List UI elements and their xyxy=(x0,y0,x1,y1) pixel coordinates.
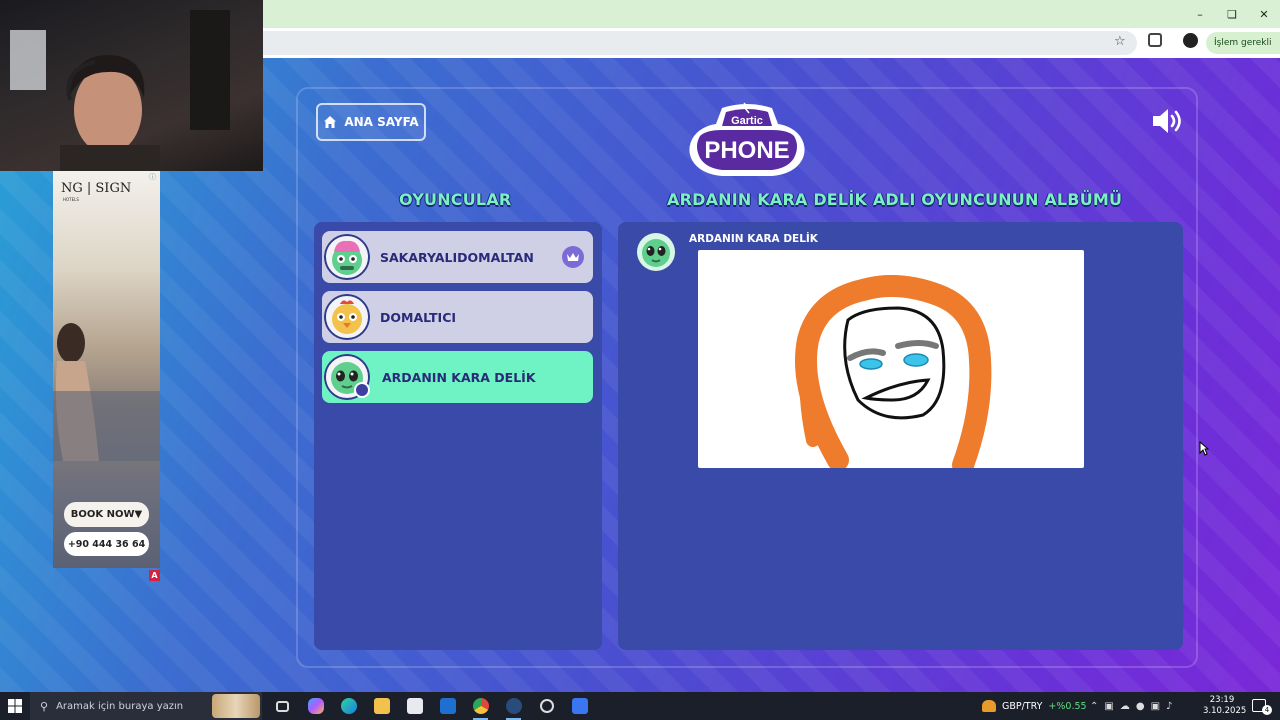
phone-button[interactable]: +90 444 36 64 xyxy=(64,532,149,556)
chrome-icon[interactable] xyxy=(464,692,497,720)
steam-icon[interactable] xyxy=(497,692,530,720)
signal-app-icon[interactable] xyxy=(563,692,596,720)
face-with-orange-hair-drawing xyxy=(795,275,992,468)
action-required-label: İşlem gerekli xyxy=(1214,38,1272,48)
taskbar: ⚲ Aramak için buraya yazın GBP/TRY +%0.5… xyxy=(0,692,1280,720)
ticker-change: +%0.55 xyxy=(1048,700,1087,712)
outlook-icon[interactable] xyxy=(431,692,464,720)
clock-date: 3.10.2025 xyxy=(1203,706,1247,716)
mouse-cursor-icon xyxy=(1199,441,1209,456)
player-name: ARDANIN KARA DELİK xyxy=(382,369,536,385)
players-panel: SAKARYALIDOMALTAN DOMALTICI ARDANIN KARA… xyxy=(314,222,602,650)
copilot-icon[interactable] xyxy=(299,692,332,720)
profile-avatar-icon[interactable] xyxy=(1183,33,1198,48)
speaker-icon[interactable]: ♪ xyxy=(1166,701,1172,712)
album-panel: ARDANIN KARA DELİK xyxy=(618,222,1183,650)
gartic-phone-logo: Gartic PHONE xyxy=(689,102,805,176)
pink-brain-zombie-avatar xyxy=(324,234,370,280)
task-view-icon[interactable] xyxy=(266,692,299,720)
crown-icon xyxy=(562,246,584,268)
webcam-overlay xyxy=(0,0,263,171)
home-icon xyxy=(324,116,337,128)
system-tray: ⌃ ▣ ☁ ● ▣ ♪ xyxy=(1090,692,1172,720)
address-bar[interactable] xyxy=(262,31,1137,55)
store-icon[interactable] xyxy=(398,692,431,720)
album-author-name: ARDANIN KARA DELİK xyxy=(689,233,818,245)
extensions-icon[interactable] xyxy=(1148,33,1162,47)
action-required-button[interactable]: İşlem gerekli ⋮ xyxy=(1206,32,1280,54)
home-button-label: ANA SAYFA xyxy=(344,115,419,129)
bookmark-star-icon[interactable]: ☆ xyxy=(1114,34,1126,49)
restore-icon[interactable]: ❏ xyxy=(1216,0,1248,28)
search-highlight-image xyxy=(212,694,260,718)
microphone-icon[interactable]: ● xyxy=(1136,701,1145,712)
player-card[interactable]: DOMALTICI xyxy=(322,291,593,343)
windows-start-icon[interactable] xyxy=(8,699,22,713)
players-heading: OYUNCULAR xyxy=(399,190,512,209)
tray-cloud-icon[interactable]: ☁ xyxy=(1120,701,1130,712)
chicken-avatar xyxy=(324,294,370,340)
ticker-icon xyxy=(982,700,996,712)
album-heading: ARDANIN KARA DELİK ADLI OYUNCUNUN ALBÜMÜ xyxy=(667,190,1123,209)
more-options-icon: ⋮ xyxy=(1277,38,1280,48)
player-name: SAKARYALIDOMALTAN xyxy=(380,249,534,265)
current-user-icon xyxy=(354,382,370,398)
close-icon[interactable]: ✕ xyxy=(1248,0,1280,28)
search-icon: ⚲ xyxy=(40,699,49,713)
ad-brand-logo: NG | SIGN xyxy=(61,181,132,196)
green-alien-avatar xyxy=(637,233,675,271)
player-card[interactable]: SAKARYALIDOMALTAN xyxy=(322,231,593,283)
tray-app-icon[interactable]: ▣ xyxy=(1104,701,1113,712)
book-now-button[interactable]: BOOK NOW▼ xyxy=(64,502,149,527)
player-name: DOMALTICI xyxy=(380,309,457,325)
logo-text-bottom: PHONE xyxy=(704,137,789,164)
ad-banner[interactable]: NG | SIGN HOTELS ⓘ BOOK NOW▼ +90 444 36 … xyxy=(53,171,160,568)
chevron-up-icon[interactable]: ⌃ xyxy=(1090,701,1098,712)
home-button[interactable]: ANA SAYFA xyxy=(316,103,426,141)
ad-info-icon[interactable]: ⓘ xyxy=(149,172,156,182)
taskbar-apps xyxy=(266,692,596,720)
clock-app-icon[interactable] xyxy=(530,692,563,720)
currency-ticker[interactable]: GBP/TRY +%0.55 xyxy=(982,692,1087,720)
network-icon[interactable]: ▣ xyxy=(1151,701,1160,712)
clock-time: 23:19 xyxy=(1209,695,1235,705)
minimize-icon[interactable]: – xyxy=(1184,0,1216,28)
sound-icon[interactable] xyxy=(1150,106,1186,136)
ad-brand-sub: HOTELS xyxy=(63,197,79,202)
taskbar-clock[interactable]: 23:19 3.10.2025 xyxy=(1203,695,1247,717)
adchoices-icon[interactable]: A xyxy=(149,570,160,581)
notification-count: 4 xyxy=(1262,705,1272,715)
player-card-active[interactable]: ARDANIN KARA DELİK xyxy=(322,351,593,403)
edge-icon[interactable] xyxy=(332,692,365,720)
window-controls: – ❏ ✕ xyxy=(1184,0,1280,28)
file-explorer-icon[interactable] xyxy=(365,692,398,720)
ticker-pair: GBP/TRY xyxy=(1002,700,1043,712)
logo-text-top: Gartic xyxy=(731,115,763,127)
drawing-canvas xyxy=(698,250,1084,468)
taskbar-search-box[interactable]: ⚲ Aramak için buraya yazın xyxy=(30,692,262,720)
taskbar-search-placeholder: Aramak için buraya yazın xyxy=(56,700,184,712)
